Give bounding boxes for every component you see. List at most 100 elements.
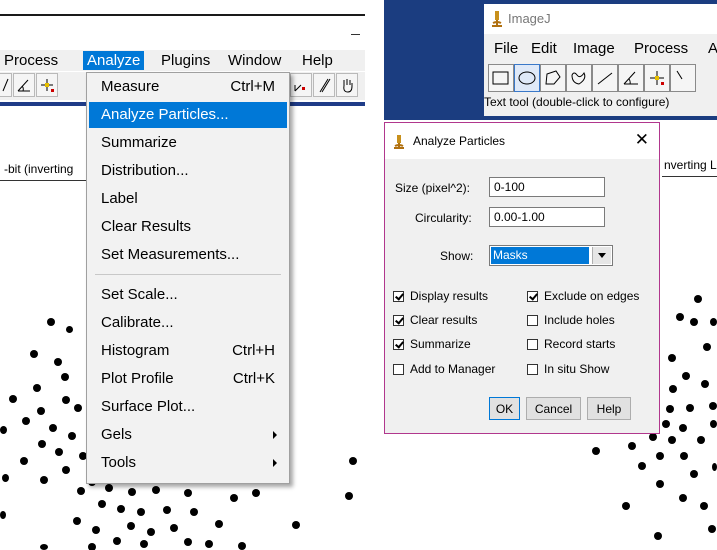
tool-freehand[interactable] bbox=[566, 64, 592, 92]
menu-image[interactable]: Image bbox=[573, 40, 615, 57]
menu-file[interactable]: File bbox=[494, 40, 518, 57]
tool-point-right[interactable] bbox=[644, 64, 670, 92]
minimize-glyph[interactable] bbox=[351, 34, 360, 35]
menu-item-label: Histogram bbox=[101, 342, 170, 359]
freehand-icon bbox=[571, 72, 586, 85]
menu-item-analyze-particles[interactable]: Analyze Particles... bbox=[89, 102, 287, 128]
circularity-label: Circularity: bbox=[415, 211, 472, 225]
tool-pencil[interactable] bbox=[313, 73, 335, 97]
menu-item-label: Set Measurements... bbox=[101, 246, 240, 263]
menu-item-label: Surface Plot... bbox=[101, 398, 196, 415]
menu-analyze[interactable]: Analyze bbox=[83, 51, 145, 70]
tool-wand[interactable] bbox=[670, 64, 696, 92]
size-field[interactable] bbox=[489, 177, 605, 197]
menu-window[interactable]: Window bbox=[224, 51, 285, 70]
particle bbox=[74, 404, 82, 412]
chevron-down-icon[interactable] bbox=[592, 247, 611, 264]
display-results-checkbox[interactable] bbox=[393, 291, 404, 302]
particle bbox=[654, 532, 662, 540]
tool-rectangle[interactable] bbox=[488, 64, 514, 92]
particle bbox=[0, 426, 7, 434]
particle bbox=[697, 436, 705, 444]
particle bbox=[66, 326, 73, 333]
exclude-on-edges-checkbox[interactable] bbox=[527, 291, 538, 302]
menu-item-label: Set Scale... bbox=[101, 286, 178, 303]
menu-item-gels[interactable]: Gels bbox=[89, 422, 287, 448]
menu-item-histogram[interactable]: Histogram Ctrl+H bbox=[89, 338, 287, 364]
add-to-manager-label: Add to Manager bbox=[410, 362, 496, 376]
tool-hidden-a[interactable] bbox=[290, 73, 312, 97]
menu-item-calibrate[interactable]: Calibrate... bbox=[89, 310, 287, 336]
close-icon[interactable]: ✕ bbox=[635, 130, 649, 150]
particle bbox=[98, 500, 106, 508]
menu-item-set-measurements[interactable]: Set Measurements... bbox=[89, 242, 287, 268]
menu-item-clear-results[interactable]: Clear Results bbox=[89, 214, 287, 240]
menu-item-label: Clear Results bbox=[101, 218, 192, 235]
menu-analyze-partial[interactable]: A bbox=[708, 40, 717, 57]
particle bbox=[55, 448, 63, 456]
cancel-button[interactable]: Cancel bbox=[526, 397, 581, 420]
wand-icon bbox=[676, 70, 683, 80]
particle bbox=[230, 494, 238, 502]
menu-item-label: Plot Profile bbox=[101, 370, 174, 387]
imagej-menubar: Process Analyze Plugins Window Help bbox=[0, 50, 365, 71]
oval-icon bbox=[518, 71, 536, 85]
menu-item-tools[interactable]: Tools bbox=[89, 450, 287, 476]
particle bbox=[205, 540, 213, 548]
particle bbox=[709, 402, 717, 410]
menu-item-set-scale[interactable]: Set Scale... bbox=[89, 282, 287, 308]
include-holes-checkbox[interactable] bbox=[527, 315, 538, 326]
particle bbox=[68, 432, 76, 440]
tool-point[interactable] bbox=[36, 73, 58, 97]
record-starts-label: Record starts bbox=[544, 337, 616, 351]
tool-polygon[interactable] bbox=[540, 64, 566, 92]
particle bbox=[622, 502, 630, 510]
help-button[interactable]: Help bbox=[587, 397, 631, 420]
hand-icon bbox=[343, 79, 353, 93]
menu-item-plot-profile[interactable]: Plot Profile Ctrl+K bbox=[89, 366, 287, 392]
polygon-icon bbox=[545, 70, 561, 85]
tool-hand[interactable] bbox=[336, 73, 358, 97]
ok-button[interactable]: OK bbox=[489, 397, 520, 420]
menu-item-shortcut: Ctrl+M bbox=[230, 78, 275, 95]
left-screenshot-panel: Process Analyze Plugins Window Help -bit… bbox=[0, 0, 365, 550]
record-starts-checkbox[interactable] bbox=[527, 339, 538, 350]
menu-item-surface-plot[interactable]: Surface Plot... bbox=[89, 394, 287, 420]
tool-polyline[interactable] bbox=[0, 73, 12, 97]
rectangle-icon bbox=[492, 71, 509, 85]
menu-item-label: Gels bbox=[101, 426, 132, 443]
particle bbox=[152, 486, 160, 494]
particle bbox=[710, 420, 717, 428]
particle bbox=[215, 520, 223, 528]
particle bbox=[170, 524, 178, 532]
menu-edit[interactable]: Edit bbox=[531, 40, 557, 57]
particle bbox=[679, 424, 687, 432]
polyline-icon bbox=[2, 78, 9, 92]
menu-item-summarize[interactable]: Summarize bbox=[89, 130, 287, 156]
menu-item-label-tool[interactable]: Label bbox=[89, 186, 287, 212]
menu-process[interactable]: Process bbox=[0, 51, 62, 70]
show-selected-value: Masks bbox=[491, 247, 589, 264]
menu-plugins[interactable]: Plugins bbox=[157, 51, 214, 70]
dialog-title: Analyze Particles bbox=[413, 134, 506, 148]
tool-oval[interactable] bbox=[514, 64, 540, 92]
particle bbox=[638, 462, 646, 470]
clear-results-checkbox[interactable] bbox=[393, 315, 404, 326]
add-to-manager-checkbox[interactable] bbox=[393, 364, 404, 375]
tool-line[interactable] bbox=[592, 64, 618, 92]
menu-process-right[interactable]: Process bbox=[634, 40, 688, 57]
in-situ-show-checkbox[interactable] bbox=[527, 364, 538, 375]
tool-angle[interactable] bbox=[13, 73, 35, 97]
menu-item-distribution[interactable]: Distribution... bbox=[89, 158, 287, 184]
microscope-icon bbox=[492, 11, 502, 27]
circularity-field[interactable] bbox=[489, 207, 605, 227]
particle bbox=[662, 420, 670, 428]
summarize-checkbox[interactable] bbox=[393, 339, 404, 350]
show-select[interactable]: Masks bbox=[489, 245, 613, 266]
tool-angle-right[interactable] bbox=[618, 64, 644, 92]
menu-item-measure[interactable]: Measure Ctrl+M bbox=[89, 74, 287, 100]
display-results-label: Display results bbox=[410, 289, 489, 303]
particle bbox=[668, 354, 676, 362]
menu-help[interactable]: Help bbox=[298, 51, 337, 70]
include-holes-label: Include holes bbox=[544, 313, 615, 327]
